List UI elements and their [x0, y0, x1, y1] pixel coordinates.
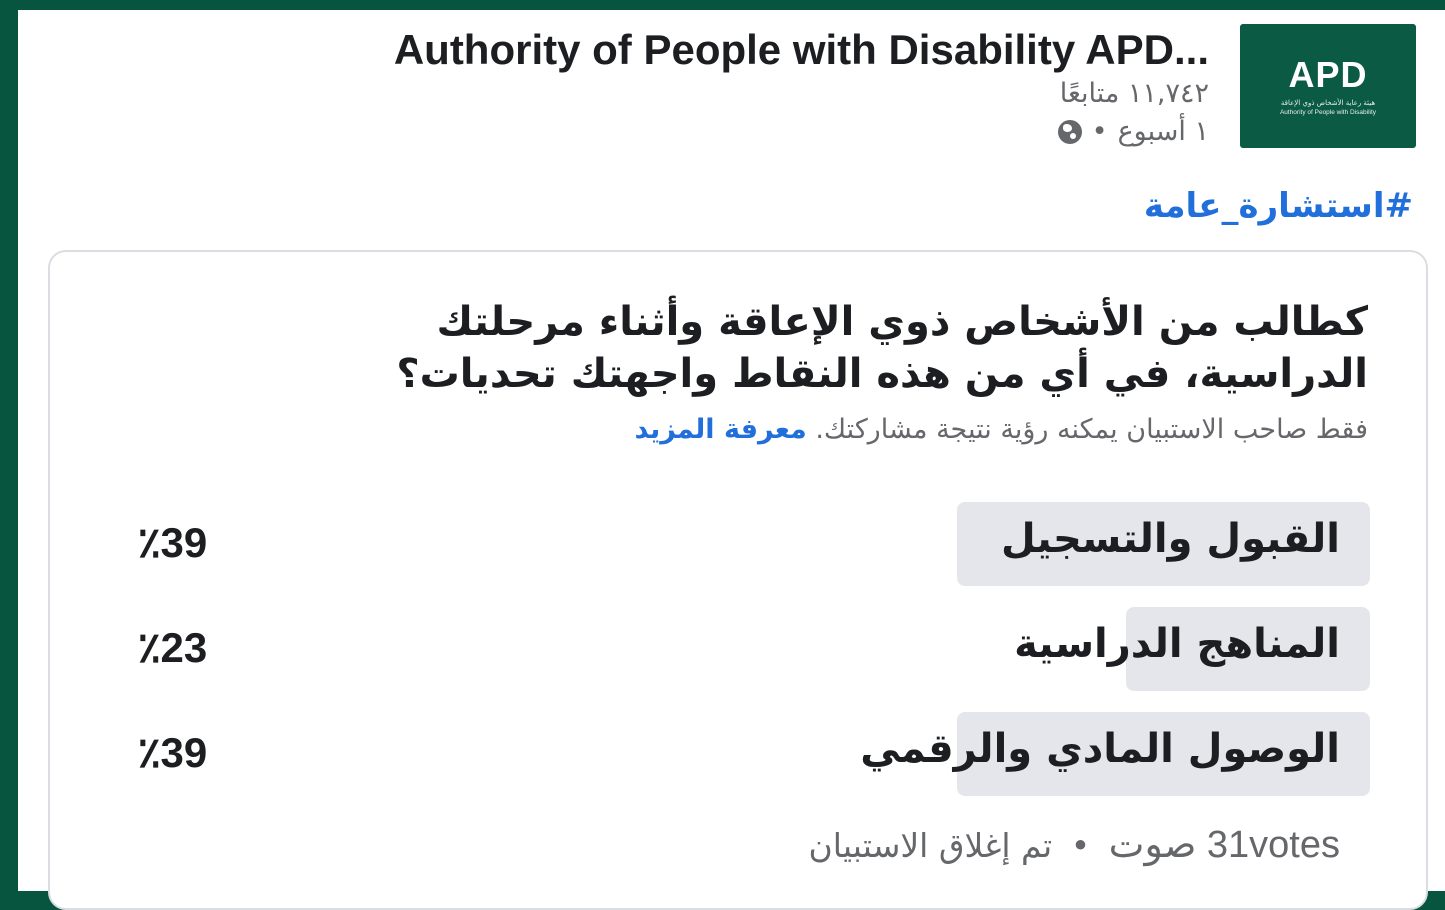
- poll-option-percent: ٪23: [138, 624, 208, 671]
- poll-footer-separator: •: [1070, 826, 1091, 865]
- poll-vote-count[interactable]: 31votes صوت: [1109, 824, 1340, 866]
- logo-mark: APD: [1288, 53, 1368, 95]
- learn-more-link[interactable]: معرفة المزيد: [635, 414, 807, 445]
- globe-icon: [1057, 119, 1082, 144]
- poll-option[interactable]: الوصول المادي والرقمي ٪39: [50, 712, 1426, 796]
- followers-count: ١١,٧٤٢ متابعًا: [1059, 78, 1209, 109]
- poll-card: كطالب من الأشخاص ذوي الإعاقة وأثناء مرحل…: [48, 250, 1428, 910]
- hashtag-link[interactable]: #استشارة_عامة: [1144, 186, 1413, 226]
- poll-option[interactable]: القبول والتسجيل ٪39: [50, 502, 1426, 586]
- post-meta: ١ أسبوع •: [1057, 116, 1209, 147]
- poll-status: تم إغلاق الاستبيان: [808, 826, 1053, 865]
- logo-subtitle-en: Authority of People with Disability: [1279, 108, 1377, 116]
- post-card: APD هيئة رعاية الأشخاص ذوي الإعاقة Autho…: [18, 10, 1445, 910]
- poll-option-percent: ٪39: [138, 729, 208, 776]
- post-time[interactable]: ١ أسبوع: [1118, 116, 1209, 147]
- poll-option-label: الوصول المادي والرقمي: [860, 726, 1340, 772]
- poll-privacy-notice: فقط صاحب الاستبيان يمكنه رؤية نتيجة مشار…: [635, 414, 1368, 445]
- page-name-link[interactable]: Authority of People with Disability APD.…: [394, 26, 1209, 74]
- logo-subtitle-ar: هيئة رعاية الأشخاص ذوي الإعاقة: [1280, 98, 1376, 107]
- poll-option-label: المناهج الدراسية: [1014, 621, 1340, 667]
- poll-option-label: القبول والتسجيل: [1000, 516, 1340, 562]
- meta-separator: •: [1091, 116, 1108, 147]
- page-avatar-logo[interactable]: APD هيئة رعاية الأشخاص ذوي الإعاقة Autho…: [1240, 24, 1416, 148]
- poll-question: كطالب من الأشخاص ذوي الإعاقة وأثناء مرحل…: [218, 296, 1368, 400]
- poll-option[interactable]: المناهج الدراسية ٪23: [50, 607, 1426, 691]
- poll-question-line-2: الدراسية، في أي من هذه النقاط واجهتك تحد…: [396, 351, 1368, 397]
- poll-footer: 31votes صوت • تم إغلاق الاستبيان: [809, 822, 1340, 867]
- poll-notice-text: فقط صاحب الاستبيان يمكنه رؤية نتيجة مشار…: [815, 414, 1368, 445]
- poll-question-line-1: كطالب من الأشخاص ذوي الإعاقة وأثناء مرحل…: [436, 299, 1368, 345]
- poll-option-percent: ٪39: [138, 519, 208, 566]
